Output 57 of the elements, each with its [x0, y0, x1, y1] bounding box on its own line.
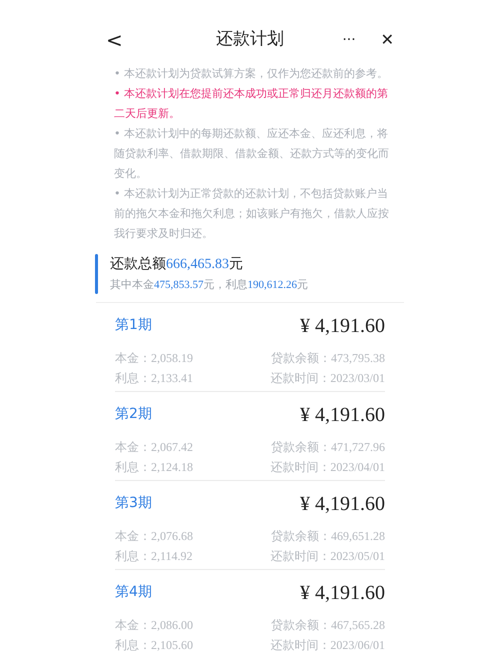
breakdown-label: 元，利息 — [204, 277, 248, 293]
total-label: 还款总额 — [110, 255, 166, 274]
total-label: 元 — [229, 255, 243, 274]
field-label: 贷款余额： — [271, 528, 331, 544]
page-title: 还款计划 — [215, 28, 285, 52]
notice-text: • 本还款计划中的每期还款额、应还本金、应还利息，将随贷款利率、借款期限、借款金额、还款方式等的变化而变化。 — [114, 126, 390, 182]
field-value: 2023/03/01 — [330, 370, 385, 386]
field-value: 2,076.68 — [151, 528, 193, 544]
field-value: 2023/05/01 — [330, 548, 385, 564]
field-label: 本金： — [115, 438, 151, 456]
field-label: 还款时间： — [270, 636, 330, 654]
field-label: 本金： — [115, 350, 151, 366]
field-label: 利息： — [115, 370, 151, 386]
field-label: 利息： — [115, 636, 151, 654]
field-value: 469,651.28 — [331, 528, 385, 544]
accent-bar — [95, 254, 98, 294]
notice-text: • 本还款计划为贷款试算方案，仅作为您还款前的参考。 — [114, 66, 389, 82]
field-value: 2,058.19 — [151, 350, 193, 366]
period-label: 第3期 — [115, 494, 152, 513]
installment-amount: ¥ 4,191.60 — [300, 580, 385, 606]
notice-text: • 本还款计划在您提前还本成功或正常归还月还款额的第二天后更新。 — [114, 86, 389, 122]
field-value: 467,565.28 — [331, 616, 385, 634]
field-label: 利息： — [115, 458, 151, 476]
field-label: 贷款余额： — [271, 438, 331, 456]
breakdown-amount: 475,853.57 — [154, 278, 204, 293]
breakdown-label: 其中本金 — [110, 277, 154, 293]
field-value: 2,133.41 — [151, 370, 193, 386]
installment-amount: ¥ 4,191.60 — [300, 492, 385, 516]
breakdown-amount: 190,612.26 — [248, 278, 297, 293]
field-label: 贷款余额： — [271, 350, 331, 366]
field-label: 利息： — [115, 548, 151, 564]
more-button[interactable]: ··· — [334, 30, 364, 50]
back-button[interactable]: < — [106, 25, 126, 55]
installment-amount: ¥ 4,191.60 — [300, 314, 385, 338]
period-label: 第1期 — [115, 316, 152, 335]
notice-text: • 本还款计划为正常贷款的还款计划，不包括贷款账户当前的拖欠本金和拖欠利息；如该账户有拖欠，借款人应按我行要求及时归还。 — [114, 186, 390, 242]
period-label: 第2期 — [115, 405, 152, 424]
field-label: 本金： — [115, 528, 151, 544]
field-value: 2,086.00 — [151, 616, 193, 634]
field-label: 还款时间： — [270, 548, 330, 564]
field-label: 本金： — [115, 616, 151, 634]
field-value: 473,795.38 — [331, 350, 385, 366]
period-label: 第4期 — [115, 583, 152, 602]
field-value: 2,114.92 — [151, 548, 193, 564]
field-value: 2,067.42 — [151, 438, 193, 456]
installment-amount: ¥ 4,191.60 — [300, 402, 385, 428]
field-value: 471,727.96 — [331, 438, 385, 456]
field-value: 2023/04/01 — [330, 458, 385, 476]
field-value: 2,124.18 — [151, 458, 193, 476]
field-label: 还款时间： — [270, 458, 330, 476]
breakdown-label: 元 — [297, 277, 308, 293]
field-value: 2,105.60 — [151, 636, 193, 654]
field-label: 贷款余额： — [271, 616, 331, 634]
field-label: 还款时间： — [270, 370, 330, 386]
total-amount: 666,465.83 — [166, 256, 229, 274]
close-button[interactable]: ✕ — [364, 28, 394, 52]
field-value: 2023/06/01 — [330, 636, 385, 654]
